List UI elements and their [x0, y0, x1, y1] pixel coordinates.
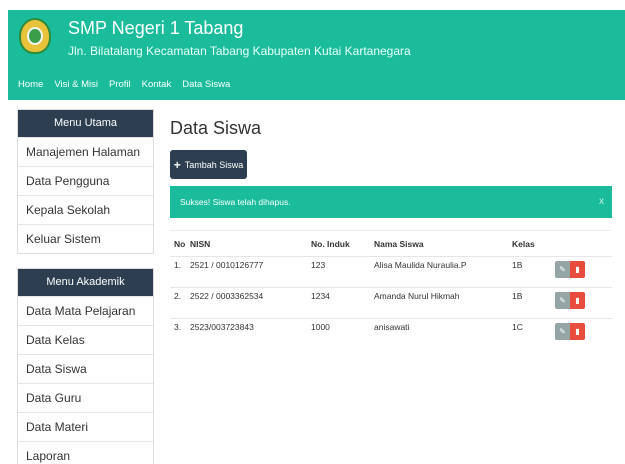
delete-button[interactable]: ▮ — [570, 323, 585, 340]
cell-nama-siswa: anisawati — [374, 322, 410, 332]
cell-no: 2. — [174, 291, 182, 301]
menu-akademik-title: Menu Akademik — [18, 269, 153, 296]
cell-nama-siswa: Amanda Nurul Hikmah — [374, 291, 460, 301]
delete-button[interactable]: ▮ — [570, 261, 585, 278]
nav-data-siswa[interactable]: Data Siswa — [182, 79, 230, 90]
table-row: 3. 2523/003723843 1000 anisawati 1C ✎ ▮ — [170, 318, 612, 349]
alert-text: Sukses! Siswa telah dihapus. — [180, 197, 291, 207]
student-table: No NISN No. Induk Nama Siswa Kelas 1. 25… — [170, 230, 612, 349]
add-student-label: Tambah Siswa — [184, 159, 244, 170]
pencil-icon: ✎ — [559, 296, 566, 305]
cell-kelas: 1B — [512, 260, 523, 270]
sidebar-item-kepala-sekolah[interactable]: Kepala Sekolah — [18, 195, 153, 224]
cell-nisn: 2521 / 0010126777 — [190, 260, 264, 270]
edit-button[interactable]: ✎ — [555, 261, 570, 278]
alert-close-icon[interactable]: x — [599, 186, 604, 218]
sidebar-item-manajemen-halaman[interactable]: Manajemen Halaman — [18, 137, 153, 166]
cell-nisn: 2523/003723843 — [190, 322, 254, 332]
row-actions: ✎ ▮ — [555, 261, 585, 278]
cell-no: 3. — [174, 322, 182, 332]
top-nav: Home Visi & Misi Profil Kontak Data Sisw… — [18, 79, 230, 90]
cell-no-induk: 1234 — [311, 291, 330, 301]
menu-utama-panel: Menu Utama Manajemen Halaman Data Penggu… — [17, 109, 154, 254]
edit-button[interactable]: ✎ — [555, 323, 570, 340]
menu-akademik-panel: Menu Akademik Data Mata Pelajaran Data K… — [17, 268, 154, 464]
delete-button[interactable]: ▮ — [570, 292, 585, 309]
cell-kelas: 1B — [512, 291, 523, 301]
cell-no-induk: 1000 — [311, 322, 330, 332]
cell-kelas: 1C — [512, 322, 523, 332]
sidebar-item-data-siswa[interactable]: Data Siswa — [18, 354, 153, 383]
cell-nisn: 2522 / 0003362534 — [190, 291, 264, 301]
pencil-icon: ✎ — [559, 265, 566, 274]
nav-profil[interactable]: Profil — [109, 79, 131, 90]
edit-button[interactable]: ✎ — [555, 292, 570, 309]
menu-utama-title: Menu Utama — [18, 110, 153, 137]
cell-no-induk: 123 — [311, 260, 326, 270]
nav-home[interactable]: Home — [18, 79, 43, 90]
trash-icon: ▮ — [575, 265, 580, 274]
sidebar-item-data-guru[interactable]: Data Guru — [18, 383, 153, 412]
page-title: Data Siswa — [170, 118, 262, 138]
row-actions: ✎ ▮ — [555, 323, 585, 340]
sidebar-item-data-materi[interactable]: Data Materi — [18, 412, 153, 441]
trash-icon: ▮ — [575, 327, 580, 336]
success-alert: Sukses! Siswa telah dihapus. x — [170, 186, 612, 218]
row-actions: ✎ ▮ — [555, 292, 585, 309]
school-logo — [19, 18, 51, 54]
nav-visi-misi[interactable]: Visi & Misi — [54, 79, 98, 90]
school-name: SMP Negeri 1 Tabang — [68, 18, 244, 38]
cell-no: 1. — [174, 260, 182, 270]
trash-icon: ▮ — [575, 296, 580, 305]
cell-nama-siswa: Alisa Maulida Nuraulia.P — [374, 260, 467, 270]
plus-icon: + — [173, 157, 181, 172]
add-student-button[interactable]: + Tambah Siswa — [170, 150, 247, 179]
school-address: Jln. Bilatalang Kecamatan Tabang Kabupat… — [68, 44, 411, 58]
site-header: SMP Negeri 1 Tabang Jln. Bilatalang Keca… — [8, 10, 625, 100]
sidebar-item-data-pengguna[interactable]: Data Pengguna — [18, 166, 153, 195]
sidebar-item-data-mata-pelajaran[interactable]: Data Mata Pelajaran — [18, 296, 153, 325]
sidebar-item-data-kelas[interactable]: Data Kelas — [18, 325, 153, 354]
sidebar-item-laporan[interactable]: Laporan — [18, 441, 153, 464]
nav-kontak[interactable]: Kontak — [142, 79, 172, 90]
pencil-icon: ✎ — [559, 327, 566, 336]
sidebar-item-keluar-sistem[interactable]: Keluar Sistem — [18, 224, 153, 253]
